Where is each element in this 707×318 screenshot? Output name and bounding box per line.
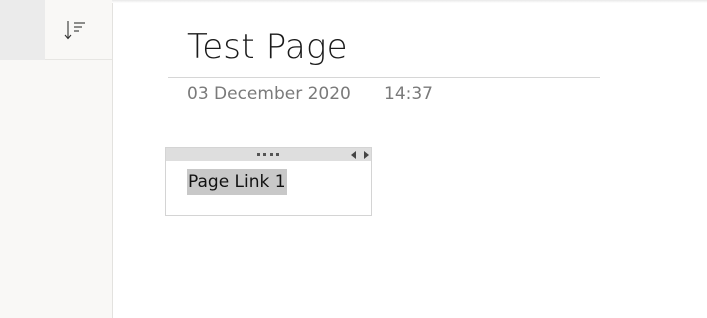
left-right-resize-icon[interactable] bbox=[351, 150, 369, 159]
page-title[interactable]: Test Page bbox=[187, 27, 348, 67]
sort-descending-icon bbox=[64, 20, 85, 39]
sidebar bbox=[0, 0, 113, 318]
top-shadow bbox=[112, 0, 707, 3]
container-header[interactable] bbox=[166, 148, 371, 161]
drag-handle-icon[interactable] bbox=[257, 153, 279, 156]
page-link[interactable]: Page Link 1 bbox=[187, 169, 287, 195]
arrow-right-icon bbox=[364, 150, 369, 159]
arrow-left-icon bbox=[351, 150, 356, 159]
page-date: 03 December 2020 bbox=[187, 84, 351, 104]
page-time: 14:37 bbox=[384, 84, 433, 104]
note-container[interactable]: Page Link 1 bbox=[165, 147, 372, 216]
sort-button[interactable] bbox=[45, 0, 112, 60]
title-underline bbox=[168, 77, 600, 78]
sidebar-header-strip bbox=[0, 0, 45, 60]
